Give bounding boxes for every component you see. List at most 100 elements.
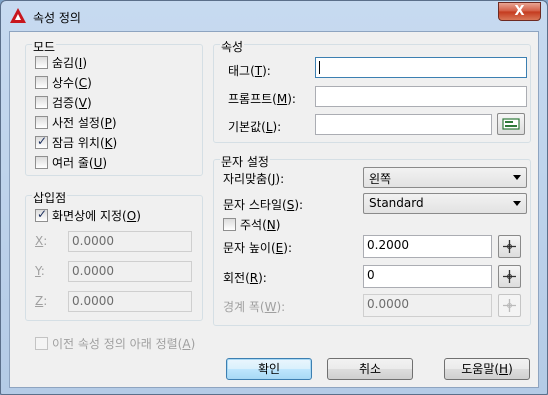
- annotative-checkbox[interactable]: 주석(N): [223, 216, 280, 232]
- cancel-button[interactable]: 취소: [327, 358, 413, 380]
- y-rest: :: [40, 264, 45, 278]
- x-field[interactable]: 0.0000: [68, 231, 192, 252]
- chevron-down-icon: [513, 201, 521, 206]
- mode-option-checkbox[interactable]: 잠금 위치(K): [35, 134, 117, 150]
- mode-option-text: 상수(: [52, 75, 79, 90]
- annotative-box[interactable]: [223, 217, 236, 231]
- mode-option-box[interactable]: [35, 75, 48, 89]
- boundary-pick-button[interactable]: [498, 294, 521, 317]
- x-label: X:: [35, 234, 47, 248]
- attribute-group-title: 속성: [220, 38, 245, 55]
- specify-text: 화면상에 지정(: [52, 208, 127, 223]
- mode-option-text: 사전 설정(: [52, 115, 105, 130]
- style-text: 문자 스타일(: [223, 198, 287, 212]
- text-height-input[interactable]: 0.2000: [363, 235, 492, 258]
- title-bar[interactable]: 속성 정의 X: [1, 1, 547, 31]
- help-key: H: [499, 362, 509, 376]
- mode-option-label: 숨김(I): [52, 54, 87, 71]
- z-label: Z:: [35, 294, 47, 308]
- chevron-down-icon: [513, 175, 521, 180]
- specify-key: O: [126, 208, 137, 223]
- default-input[interactable]: [315, 114, 492, 135]
- default-end: ):: [272, 120, 282, 134]
- align-below-text: 이전 속성 정의 아래 정렬(: [52, 336, 183, 351]
- insert-field-icon: [502, 118, 520, 130]
- mode-option-box[interactable]: [35, 155, 48, 169]
- dialog-body: 모드 삽입점 화면상에 지정(O) X: 0.0000 Y: 0.0000 Z:…: [9, 31, 539, 388]
- mode-option-label: 상수(C): [52, 74, 92, 91]
- justify-text: 자리맞춤(: [223, 172, 272, 186]
- boundary-text: 경계 폭(: [223, 300, 265, 314]
- mode-option-label: 사전 설정(P): [52, 114, 117, 131]
- help-end: ): [508, 362, 513, 376]
- annotative-key: N: [266, 217, 276, 232]
- ok-button[interactable]: 확인: [226, 358, 312, 380]
- tag-key: T: [254, 64, 263, 78]
- annotative-text: 주석(: [240, 217, 267, 232]
- mode-option-text: 검증(: [52, 95, 79, 110]
- style-value: Standard: [369, 196, 424, 210]
- height-text: 문자 높이(: [223, 241, 276, 255]
- mode-option-box[interactable]: [35, 95, 48, 109]
- mode-option-end: ): [102, 155, 108, 170]
- text-style-select[interactable]: Standard: [363, 193, 527, 214]
- default-label: 기본값(L):: [228, 118, 281, 135]
- mode-option-box[interactable]: [35, 134, 48, 149]
- mode-option-key: K: [104, 135, 113, 150]
- close-button[interactable]: X: [498, 2, 541, 21]
- mode-option-box[interactable]: [35, 115, 48, 129]
- z-key: Z: [35, 294, 44, 308]
- x-key: X: [35, 234, 44, 248]
- rotation-pick-button[interactable]: [498, 265, 521, 288]
- x-rest: :: [43, 234, 48, 248]
- mode-option-checkbox[interactable]: 상수(C): [35, 74, 92, 90]
- tag-end: ):: [262, 64, 271, 78]
- mode-option-key: C: [78, 75, 88, 90]
- mode-option-label: 검증(V): [52, 94, 92, 111]
- help-button[interactable]: 도움말(H): [444, 358, 530, 380]
- help-text: 도움말(: [461, 362, 500, 376]
- autocad-logo-icon: [10, 8, 26, 23]
- mode-option-checkbox[interactable]: 여러 줄(U): [35, 154, 107, 170]
- specify-on-screen-box[interactable]: [35, 207, 48, 222]
- mode-option-end: ): [111, 115, 117, 130]
- crosshair-icon: [503, 299, 516, 312]
- rotation-label: 회전(R):: [223, 269, 267, 286]
- crosshair-icon: [503, 270, 516, 283]
- tag-label: 태그(T):: [228, 62, 271, 79]
- boundary-key: W: [264, 300, 277, 314]
- annotative-end: ): [275, 217, 281, 232]
- mode-option-box[interactable]: [35, 55, 48, 69]
- mode-option-key: P: [104, 115, 112, 130]
- rotation-input[interactable]: 0: [363, 265, 492, 288]
- mode-option-end: ): [86, 95, 92, 110]
- mode-option-end: ): [87, 75, 92, 90]
- text-style-label: 문자 스타일(S):: [223, 196, 303, 213]
- align-below-checkbox[interactable]: 이전 속성 정의 아래 정렬(A): [35, 335, 195, 351]
- specify-on-screen-checkbox[interactable]: 화면상에 지정(O): [35, 207, 141, 223]
- prompt-input[interactable]: [315, 86, 527, 107]
- mode-option-text: 잠금 위치(: [52, 135, 105, 150]
- y-field[interactable]: 0.0000: [68, 261, 192, 282]
- height-end: ):: [283, 241, 292, 255]
- mode-option-checkbox[interactable]: 검증(V): [35, 94, 92, 110]
- rotation-end: ):: [258, 271, 267, 285]
- align-below-box[interactable]: [35, 336, 48, 350]
- z-field[interactable]: 0.0000: [68, 291, 192, 312]
- mode-option-key: V: [78, 95, 87, 110]
- mode-option-text: 숨김(: [52, 55, 79, 70]
- justify-select[interactable]: 왼쪽: [363, 167, 527, 188]
- height-pick-button[interactable]: [498, 235, 521, 258]
- mode-option-checkbox[interactable]: 숨김(I): [35, 54, 87, 70]
- tag-input[interactable]: [315, 57, 527, 78]
- text-settings-group-title: 문자 설정: [220, 153, 270, 170]
- insert-field-button[interactable]: [497, 113, 525, 135]
- rotation-key: R: [249, 271, 259, 285]
- y-label: Y:: [35, 264, 45, 278]
- boundary-width-input[interactable]: 0.0000: [363, 294, 492, 317]
- mode-option-checkbox[interactable]: 사전 설정(P): [35, 114, 117, 130]
- boundary-width-label: 경계 폭(W):: [223, 298, 285, 315]
- boundary-end: ):: [276, 300, 286, 314]
- specify-on-screen-label: 화면상에 지정(O): [52, 207, 141, 224]
- z-rest: :: [43, 294, 48, 308]
